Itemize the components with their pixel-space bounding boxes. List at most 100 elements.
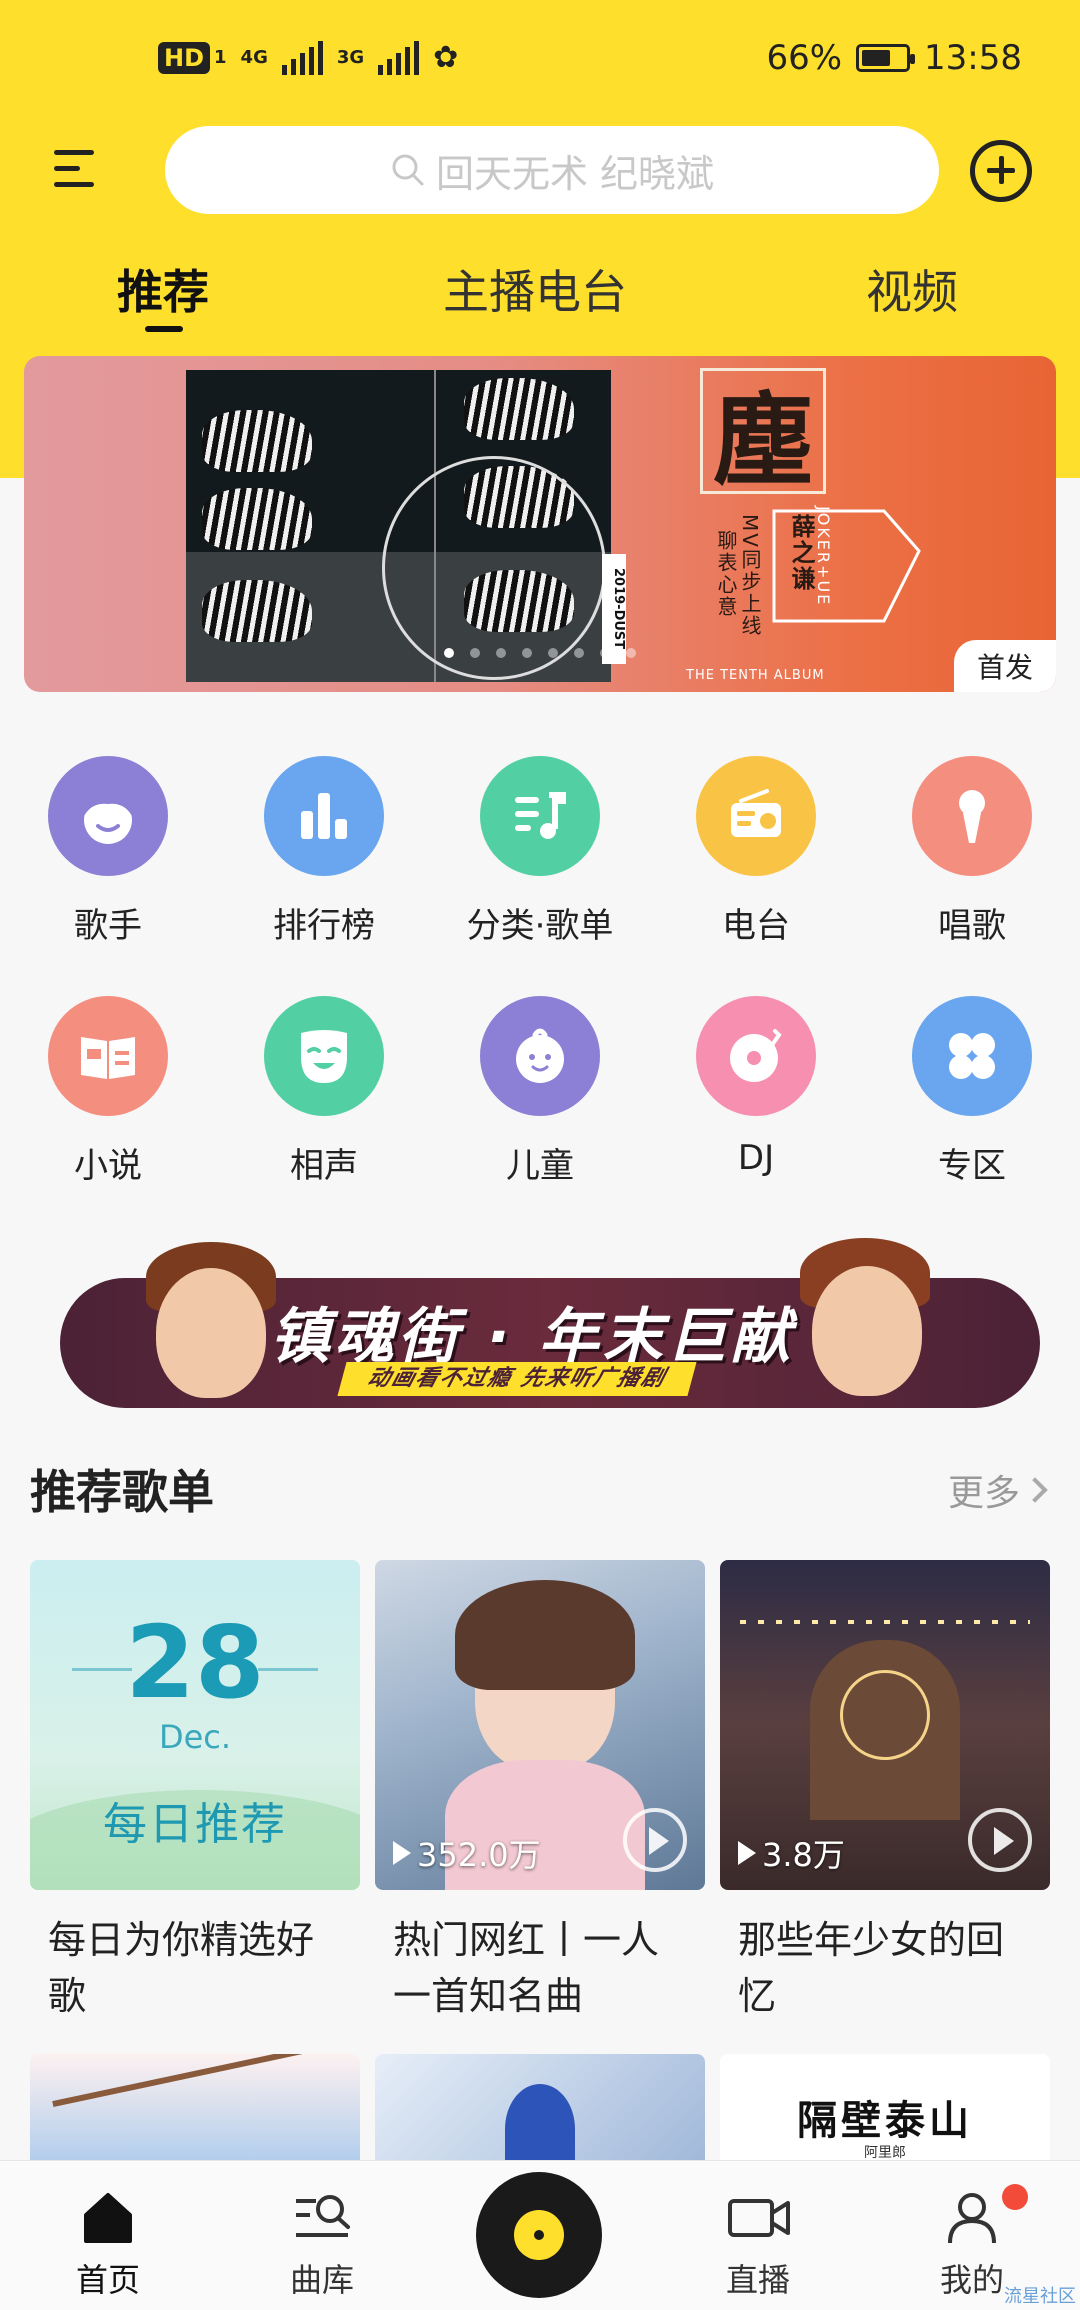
playlist-title: 每日为你精选好歌 — [48, 1918, 315, 2018]
banner-hexagon-shape — [772, 509, 921, 623]
banner-dot[interactable] — [522, 648, 532, 658]
network-type-1: 4G — [240, 47, 268, 68]
category-singer[interactable]: 歌手 — [8, 756, 208, 947]
nav-library[interactable]: 曲库 — [262, 2187, 382, 2301]
hero-banner[interactable]: 2019-DUST 塵 MV同步上线 聊表心意 薛之谦 JOKER+UE THE… — [24, 356, 1056, 692]
nav-home[interactable]: 首页 — [48, 2187, 168, 2301]
banner-dot[interactable] — [444, 648, 454, 658]
banner-dot[interactable] — [548, 648, 558, 658]
zebra-image — [202, 410, 312, 472]
top-tabs: 推荐 主播电台 视频 — [0, 256, 1080, 336]
banner-dot[interactable] — [496, 648, 506, 658]
character-right-face — [812, 1266, 922, 1396]
nav-live[interactable]: 直播 — [698, 2187, 818, 2301]
category-label: 电台 — [722, 906, 790, 946]
player-disc-icon[interactable] — [476, 2172, 602, 2298]
network-type-2: 3G — [336, 47, 365, 68]
first-release-badge: 首发 — [954, 640, 1056, 692]
profile-icon — [942, 2187, 1002, 2247]
banner-promo-line2: 聊表心意 — [714, 530, 738, 618]
category-label: 小说 — [74, 1146, 142, 1186]
category-novel[interactable]: 小说 — [8, 996, 208, 1187]
category-dj[interactable]: DJ — [656, 996, 856, 1178]
status-bar: HD 1 4G 3G ✿ 66% 13:58 — [0, 0, 1080, 125]
add-icon[interactable] — [970, 140, 1032, 202]
cover-subtitle-text: 阿里郎 — [864, 2145, 906, 2161]
banner-dot[interactable] — [600, 648, 610, 658]
nav-label: 首页 — [75, 2261, 140, 2299]
library-icon — [292, 2187, 352, 2247]
album-cover — [186, 370, 611, 682]
microphone-icon — [912, 756, 1032, 876]
playlist-title: 那些年少女的回忆 — [738, 1918, 1005, 2018]
clock: 13:58 — [924, 38, 1022, 78]
daily-month: Dec. — [158, 1718, 232, 1756]
category-label: 分类·歌单 — [466, 906, 614, 946]
playlist-icon — [480, 756, 600, 876]
playlist-cover: 352.0万 — [375, 1560, 705, 1890]
tab-anchor-radio[interactable]: 主播电台 — [443, 256, 627, 322]
play-count: 3.8万 — [738, 1830, 845, 1876]
category-playlist[interactable]: 分类·歌单 — [440, 756, 640, 947]
battery-icon — [856, 44, 916, 72]
search-input[interactable]: 回天无术 纪晓斌 — [165, 126, 939, 214]
banner-pagination — [444, 648, 636, 658]
chart-icon — [264, 756, 384, 876]
category-label: 排行榜 — [273, 906, 375, 946]
playlist-title: 热门网红丨一人一首知名曲 — [393, 1918, 660, 2018]
playlist-cover-partial[interactable]: 隔壁泰山 阿里郎 — [720, 2054, 1050, 2174]
category-label: DJ — [737, 1138, 775, 1178]
playlist-cover-partial[interactable] — [375, 2054, 705, 2174]
play-count-icon — [393, 1841, 411, 1865]
character-left-face — [156, 1268, 266, 1398]
search-icon — [392, 154, 424, 186]
mask-icon — [264, 996, 384, 1116]
category-crosstalk[interactable]: 相声 — [224, 996, 424, 1187]
playlist-card[interactable]: 352.0万 热门网红丨一人一首知名曲 — [375, 1560, 705, 2024]
zebra-image — [202, 580, 312, 642]
banner-dot[interactable] — [626, 648, 636, 658]
playlist-card[interactable]: 3.8万 那些年少女的回忆 — [720, 1560, 1050, 2024]
category-radio[interactable]: 电台 — [656, 756, 856, 947]
category-zone[interactable]: 专区 — [872, 996, 1072, 1187]
watermark: 流星社区 — [1004, 2286, 1076, 2307]
banner-dot[interactable] — [574, 648, 584, 658]
nav-label: 直播 — [725, 2261, 790, 2299]
playlist-card[interactable]: 28 Dec. 每日推荐 每日为你精选好歌 — [30, 1560, 360, 2024]
more-link[interactable]: 更多 — [947, 1464, 1048, 1516]
battery-percent: 66% — [766, 38, 843, 78]
playlist-cover-partial[interactable] — [30, 2054, 360, 2174]
signal-icon-1 — [281, 40, 323, 75]
play-button[interactable] — [623, 1808, 687, 1872]
signal-icon-2 — [378, 40, 420, 75]
promo-banner[interactable]: 镇魂街 · 年末巨献 动画看不过瘾 先来听广播剧 — [60, 1238, 1040, 1408]
active-tab-indicator — [145, 326, 183, 332]
playlist-cover: 3.8万 — [720, 1560, 1050, 1890]
zebra-image — [202, 488, 312, 550]
category-label: 专区 — [938, 1146, 1006, 1186]
category-chart[interactable]: 排行榜 — [224, 756, 424, 947]
tab-video[interactable]: 视频 — [866, 256, 958, 322]
turntable-icon — [696, 996, 816, 1116]
category-children[interactable]: 儿童 — [440, 996, 640, 1187]
menu-icon[interactable] — [54, 146, 102, 194]
more-label: 更多 — [947, 1473, 1020, 1514]
banner-dot[interactable] — [470, 648, 480, 658]
play-button[interactable] — [968, 1808, 1032, 1872]
notification-dot — [1002, 2184, 1028, 2210]
hd-badge: HD — [158, 41, 211, 74]
baby-icon — [480, 996, 600, 1116]
tab-recommend[interactable]: 推荐 — [117, 256, 209, 322]
nav-label: 曲库 — [289, 2261, 354, 2299]
category-sing[interactable]: 唱歌 — [872, 756, 1072, 947]
banner-footer-text: THE TENTH ALBUM — [686, 668, 825, 683]
section-title: 推荐歌单 — [30, 1465, 214, 1519]
notification-app-icon: ✿ — [433, 40, 459, 75]
category-label: 相声 — [290, 1146, 358, 1186]
singer-icon — [48, 756, 168, 876]
cover-title-text: 隔壁泰山 — [797, 2098, 973, 2144]
radio-icon — [696, 756, 816, 876]
daily-label: 每日推荐 — [103, 1799, 287, 1850]
play-count: 352.0万 — [393, 1830, 541, 1876]
grid-icon — [912, 996, 1032, 1116]
